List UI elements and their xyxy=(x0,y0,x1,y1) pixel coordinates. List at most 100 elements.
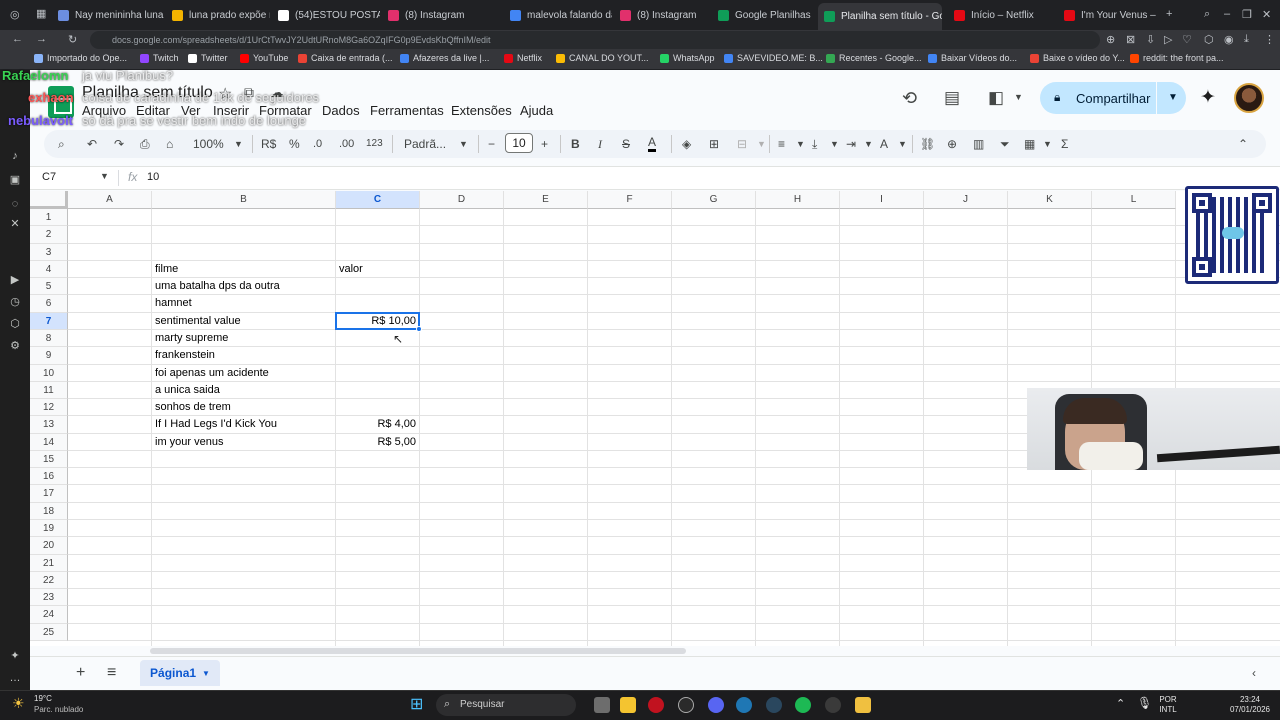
spotify-icon[interactable] xyxy=(795,697,811,713)
scrollbar-thumb[interactable] xyxy=(150,648,686,654)
row-header-15[interactable]: 15 xyxy=(30,450,68,469)
bookmark-item[interactable]: Caixa de entrada (... xyxy=(298,53,393,63)
filter-views-dropdown-icon[interactable]: ▼ xyxy=(1043,136,1052,152)
column-header-e[interactable]: E xyxy=(504,191,588,209)
cell-b10[interactable]: foi apenas um acidente xyxy=(155,365,269,382)
x-icon[interactable]: ✕ xyxy=(9,218,21,230)
bookmark-item[interactable]: WhatsApp xyxy=(660,53,715,63)
halign-dropdown-icon[interactable]: ▼ xyxy=(796,136,805,152)
browser-tab[interactable]: Início – Netflix xyxy=(948,4,1054,26)
cell-b7[interactable]: sentimental value xyxy=(155,313,241,330)
insert-comment-icon[interactable]: ⊕ xyxy=(947,136,957,152)
whatsapp-icon[interactable]: ◌ xyxy=(9,198,21,210)
cell-b5[interactable]: uma batalha dps da outra xyxy=(155,278,280,295)
sheet-tab[interactable]: Página1 ▼ xyxy=(140,660,220,686)
app-icon[interactable] xyxy=(825,697,841,713)
horizontal-scrollbar[interactable] xyxy=(30,646,1280,656)
row-header-5[interactable]: 5 xyxy=(30,278,68,296)
extension-icon[interactable]: ⊠ xyxy=(1126,33,1135,46)
fill-handle[interactable] xyxy=(416,325,422,332)
reload-icon[interactable]: ↻ xyxy=(68,33,77,46)
tab-search-icon[interactable]: ▦ xyxy=(36,7,46,20)
menu-ajuda[interactable]: Ajuda xyxy=(520,103,553,118)
cell-b12[interactable]: sonhos de trem xyxy=(155,399,231,416)
cell-b13[interactable]: If I Had Legs I'd Kick You xyxy=(155,416,277,433)
weather-widget[interactable]: ☀ 19°C Parc. nublado xyxy=(10,693,120,717)
obs-icon[interactable] xyxy=(678,697,694,713)
undo-icon[interactable]: ↶ xyxy=(87,136,97,152)
browser-tab[interactable]: (54)ESTOU POSTAN xyxy=(272,4,380,26)
menu-extensões[interactable]: Extensões xyxy=(451,103,512,118)
text-color-icon[interactable]: A xyxy=(648,136,657,152)
browser-tab[interactable]: (8) Instagram xyxy=(382,4,500,26)
row-header-19[interactable]: 19 xyxy=(30,520,68,538)
download-icon[interactable]: ⇩ xyxy=(1146,33,1155,46)
row-header-14[interactable]: 14 xyxy=(30,433,68,451)
more-icon[interactable]: … xyxy=(9,672,21,684)
bookmark-item[interactable]: Afazeres da live |... xyxy=(400,53,489,63)
browser-tab[interactable]: Google Planilhas xyxy=(712,4,816,26)
column-header-b[interactable]: B xyxy=(152,191,336,209)
row-header-20[interactable]: 20 xyxy=(30,537,68,555)
column-header-k[interactable]: K xyxy=(1008,191,1092,209)
settings-icon[interactable]: ⚙ xyxy=(9,340,21,352)
name-box[interactable]: C7 xyxy=(42,171,56,183)
search-menus-icon[interactable]: ⌕ xyxy=(58,136,65,152)
url-field[interactable]: docs.google.com/spreadsheets/d/1UrCtTwvJ… xyxy=(90,31,1100,49)
add-sheet-button[interactable]: + xyxy=(76,664,85,682)
cell-c14[interactable]: R$ 5,00 xyxy=(336,434,416,451)
wrap-dropdown-icon[interactable]: ▼ xyxy=(864,136,873,152)
row-header-3[interactable]: 3 xyxy=(30,243,68,261)
insert-link-icon[interactable]: ⛓ xyxy=(920,136,935,152)
row-header-16[interactable]: 16 xyxy=(30,468,68,486)
percent-format-button[interactable]: % xyxy=(289,136,300,152)
font-size-input[interactable]: 10 xyxy=(505,133,533,153)
cell-b8[interactable]: marty supreme xyxy=(155,330,228,347)
bookmark-item[interactable]: YouTube xyxy=(240,53,288,63)
file-explorer-icon[interactable] xyxy=(620,697,636,713)
maximize-icon[interactable]: ❐ xyxy=(1242,8,1252,21)
bookmark-item[interactable]: Twitch xyxy=(140,53,179,63)
bookmark-item[interactable]: Twitter xyxy=(188,53,228,63)
tray-expand-icon[interactable]: ⌃ xyxy=(1116,697,1125,710)
clock-icon[interactable]: ◷ xyxy=(9,296,21,308)
language-indicator[interactable]: POR INTL xyxy=(1156,695,1180,715)
windows-start-icon[interactable]: ⊞ xyxy=(410,694,423,714)
cell-c13[interactable]: R$ 4,00 xyxy=(336,416,416,433)
microphone-icon[interactable]: 🎙︎ xyxy=(1137,696,1152,710)
bookmark-item[interactable]: Recentes - Google... xyxy=(826,53,922,63)
row-header-7[interactable]: 7 xyxy=(30,312,68,330)
bookmark-item[interactable]: reddit: the front pa... xyxy=(1130,53,1224,63)
gx-icon[interactable]: ✦ xyxy=(9,650,21,662)
new-tab-button[interactable]: + xyxy=(1166,8,1172,20)
browser-menu-icon[interactable]: ⋮ xyxy=(1264,33,1275,46)
extensions-icon[interactable]: ⬡ xyxy=(1204,33,1214,46)
collapse-menus-icon[interactable]: ⌃ xyxy=(1238,136,1248,152)
browser-tab[interactable]: Nay menininha luna xyxy=(52,4,164,26)
text-wrap-icon[interactable]: ⇥ xyxy=(846,136,856,152)
discord-icon[interactable] xyxy=(708,697,724,713)
cast-icon[interactable]: ▷ xyxy=(1164,33,1172,46)
zoom-select[interactable]: 100% xyxy=(193,136,224,152)
merge-dropdown-icon[interactable]: ▼ xyxy=(757,136,766,152)
merge-cells-icon[interactable]: ⊟ xyxy=(737,136,747,152)
back-icon[interactable]: ← xyxy=(12,33,23,45)
tiktok-icon[interactable]: ♪ xyxy=(9,150,21,162)
profile-icon[interactable]: ◉ xyxy=(1224,33,1234,46)
valign-dropdown-icon[interactable]: ▼ xyxy=(830,136,839,152)
row-header-4[interactable]: 4 xyxy=(30,260,68,279)
formula-input[interactable]: 10 xyxy=(147,171,159,183)
row-header-13[interactable]: 13 xyxy=(30,416,68,434)
font-size-increase-button[interactable]: + xyxy=(541,136,548,152)
bookmark-item[interactable]: SAVEVIDEO.ME: B... xyxy=(724,53,823,63)
menu-dados[interactable]: Dados xyxy=(322,103,360,118)
bookmark-item[interactable]: Netflix xyxy=(504,53,542,63)
vertical-align-icon[interactable]: ⤓ xyxy=(812,136,817,152)
minimize-icon[interactable]: – xyxy=(1224,8,1230,20)
browser-tab[interactable]: luna prado expõe m xyxy=(166,4,270,26)
cell-c4[interactable]: valor xyxy=(339,261,363,278)
column-header-g[interactable]: G xyxy=(672,191,756,209)
bookmark-item[interactable]: Importado do Ope... xyxy=(34,53,127,63)
row-header-2[interactable]: 2 xyxy=(30,226,68,244)
fill-color-icon[interactable]: ◈ xyxy=(682,136,691,152)
